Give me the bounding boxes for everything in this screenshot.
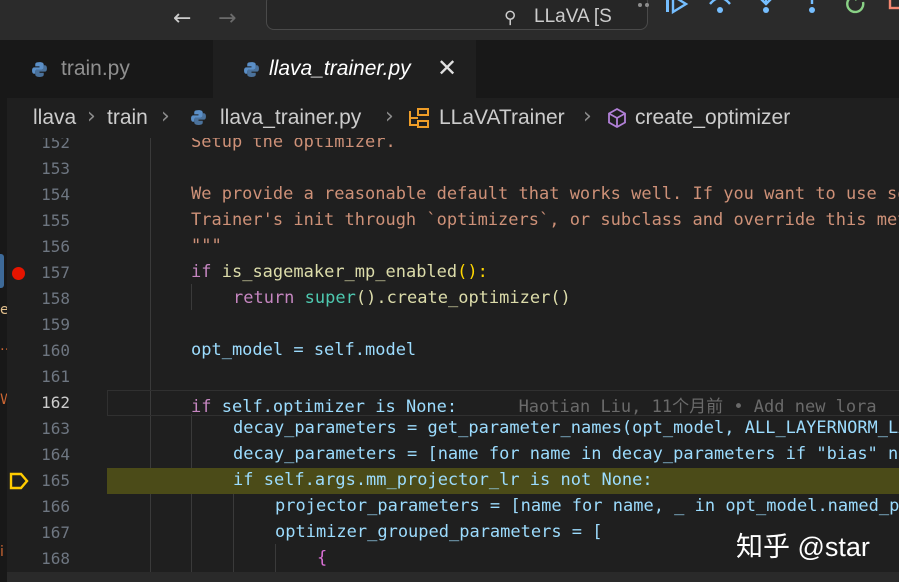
line-number: 160	[41, 341, 70, 360]
debug-step-into-icon[interactable]	[754, 0, 778, 16]
code-line[interactable]: 157 if is_sagemaker_mp_enabled():	[7, 260, 899, 286]
code-line[interactable]: 166 projector_parameters = [name for nam…	[7, 494, 899, 520]
title-bar: ← → ⚲ LLaVA [S	[0, 0, 899, 40]
breadcrumb-item-llava[interactable]: llava	[33, 106, 76, 130]
python-file-icon	[32, 62, 47, 77]
code-line[interactable]: 156 """	[7, 234, 899, 260]
code-line[interactable]: 158 return super().create_optimizer()	[7, 286, 899, 312]
code-line[interactable]: 160 opt_model = self.model	[7, 338, 899, 364]
code-line[interactable]: 153	[7, 156, 899, 182]
line-number: 166	[41, 497, 70, 516]
breadcrumb-item-class[interactable]: LLaVATrainer	[439, 106, 565, 130]
line-number: 165	[41, 471, 70, 490]
code-text: return super().create_optimizer()	[233, 288, 571, 308]
line-number: 155	[41, 211, 70, 230]
close-icon[interactable]: ✕	[437, 54, 457, 82]
line-number: 167	[41, 523, 70, 542]
debug-continue-icon[interactable]	[664, 0, 690, 16]
line-number: 158	[41, 289, 70, 308]
chevron-right-icon: ›	[583, 104, 592, 129]
line-number: 154	[41, 185, 70, 204]
code-text: Setup the optimizer.	[191, 138, 396, 152]
horizontal-scrollbar[interactable]	[7, 572, 899, 582]
chevron-right-icon: ›	[385, 104, 394, 129]
code-text: if is_sagemaker_mp_enabled():	[191, 262, 488, 282]
code-text: decay_parameters = [name for name in dec…	[233, 444, 899, 464]
code-text: Trainer's init through `optimizers`, or …	[191, 210, 899, 230]
code-text: opt_model = self.model	[191, 340, 417, 360]
code-text: if self.args.mm_projector_lr is not None…	[233, 470, 653, 490]
code-text: if self.optimizer is None: Haotian Liu, …	[191, 397, 877, 417]
code-text: optimizer_grouped_parameters = [	[275, 522, 603, 542]
python-file-icon	[191, 110, 206, 125]
line-number: 157	[41, 263, 70, 282]
code-text: decay_parameters = get_parameter_names(o…	[233, 418, 899, 438]
breadcrumb-item-train[interactable]: train	[107, 106, 148, 130]
line-number: 152	[41, 138, 70, 152]
symbol-class-icon	[409, 108, 429, 128]
debug-step-out-icon[interactable]	[800, 0, 824, 16]
line-number: 159	[41, 315, 70, 334]
breadcrumb: llava › train › llava_trainer.py › LLaVA…	[7, 98, 899, 138]
forward-arrow-icon[interactable]: →	[218, 6, 236, 31]
code-text: {	[317, 548, 328, 568]
code-line[interactable]: 164 decay_parameters = [name for name in…	[7, 442, 899, 468]
code-line[interactable]: 162 if self.optimizer is None: Haotian L…	[7, 390, 899, 417]
line-number: 156	[41, 237, 70, 256]
activity-indicator	[0, 254, 4, 288]
code-text: We provide a reasonable default that wor…	[191, 184, 899, 204]
debug-step-over-icon[interactable]	[706, 0, 734, 16]
debug-drag-handle-icon[interactable]	[636, 0, 652, 14]
line-number: 168	[41, 549, 70, 568]
chevron-right-icon: ›	[161, 104, 170, 129]
code-line[interactable]: 152 Setup the optimizer.	[7, 138, 899, 156]
debug-restart-icon[interactable]	[843, 0, 869, 16]
code-editor[interactable]: 152 Setup the optimizer. 153 154 We prov…	[7, 138, 899, 582]
tab-label: llava_trainer.py	[269, 57, 411, 80]
tab-label: train.py	[61, 57, 130, 80]
code-line[interactable]: 165 if self.args.mm_projector_lr is not …	[7, 468, 899, 494]
symbol-method-icon	[608, 107, 626, 129]
code-text: projector_parameters = [name for name, _…	[275, 496, 899, 516]
tab-llava-trainer-py[interactable]: llava_trainer.py ✕	[213, 40, 476, 98]
breadcrumb-item-method[interactable]: create_optimizer	[635, 106, 790, 130]
code-text: """	[191, 236, 222, 256]
code-line[interactable]: 163 decay_parameters = get_parameter_nam…	[7, 416, 899, 442]
activity-glyph: i	[0, 544, 4, 560]
debug-stop-icon[interactable]	[888, 0, 899, 16]
editor-tab-bar: train.py llava_trainer.py ✕	[7, 40, 899, 98]
command-center-label[interactable]: LLaVA [S	[534, 6, 612, 28]
code-line[interactable]: 161	[7, 364, 899, 390]
git-blame-annotation: Haotian Liu, 11个月前 • Add new lora	[518, 397, 877, 417]
python-file-icon	[244, 62, 259, 77]
line-number: 153	[41, 159, 70, 178]
activity-bar: e … W i	[0, 40, 14, 582]
code-line[interactable]: 155 Trainer's init through `optimizers`,…	[7, 208, 899, 234]
search-icon: ⚲	[504, 8, 517, 28]
line-number: 164	[41, 445, 70, 464]
line-number: 163	[41, 419, 70, 438]
watermark: 知乎 @star	[736, 532, 870, 562]
chevron-right-icon: ›	[87, 104, 96, 129]
breadcrumb-item-file[interactable]: llava_trainer.py	[220, 106, 361, 130]
code-line[interactable]: 159	[7, 312, 899, 338]
tab-train-py[interactable]: train.py	[7, 40, 214, 98]
back-arrow-icon[interactable]: ←	[173, 6, 191, 31]
code-line[interactable]: 154 We provide a reasonable default that…	[7, 182, 899, 208]
line-number: 162	[41, 393, 70, 412]
line-number: 161	[41, 367, 70, 386]
